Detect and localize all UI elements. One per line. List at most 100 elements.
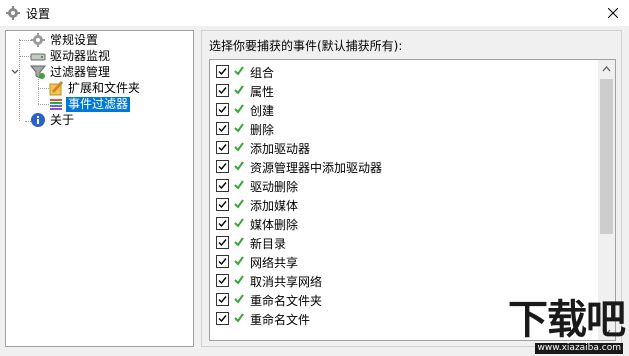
green-check-icon [234, 85, 244, 95]
event-checkbox[interactable] [216, 84, 229, 97]
checkmark-icon [218, 144, 227, 152]
event-checklist-row[interactable]: 取消共享网络 [210, 271, 598, 290]
chevron-up-icon [602, 65, 611, 71]
info-icon [31, 113, 45, 127]
settings-gear-icon [6, 6, 20, 20]
checkmark-icon [218, 68, 227, 76]
event-checkbox[interactable] [216, 312, 229, 325]
green-check-icon [234, 123, 244, 133]
checkmark-icon [218, 201, 227, 209]
event-checklist-row[interactable]: 添加媒体 [210, 195, 598, 214]
green-check-icon [234, 256, 244, 266]
chevron-down-icon[interactable] [10, 67, 20, 77]
tree-item-event-filter[interactable]: 事件过滤器 [48, 96, 131, 112]
tree-item-drive-monitor[interactable]: 驱动器监视 [30, 48, 112, 64]
checkmark-icon [218, 258, 227, 266]
green-check-icon [234, 180, 244, 190]
scroll-thumb[interactable] [600, 79, 613, 234]
tree-item-general[interactable]: 常规设置 [30, 32, 100, 48]
event-label: 重命名文件 [250, 313, 311, 327]
tree-item-label: 扩展和文件夹 [68, 80, 141, 95]
green-check-icon [234, 313, 244, 323]
checkmark-icon [218, 163, 227, 171]
event-checklist-row[interactable]: 驱动删除 [210, 176, 598, 195]
window-title: 设置 [26, 7, 51, 21]
event-checklist-row[interactable]: 新目录 [210, 233, 598, 252]
event-checklist-row[interactable]: 删除 [210, 119, 598, 138]
checkmark-icon [218, 315, 227, 323]
checkmark-icon [218, 125, 227, 133]
checkmark-icon [218, 106, 227, 114]
event-checkbox[interactable] [216, 255, 229, 268]
tree-item-label: 常规设置 [50, 32, 99, 47]
checkmark-icon [218, 239, 227, 247]
event-checklist-row[interactable]: 属性 [210, 81, 598, 100]
event-label: 组合 [250, 66, 275, 80]
event-checkbox[interactable] [216, 179, 229, 192]
close-button[interactable] [597, 0, 629, 26]
checkmark-icon [218, 277, 227, 285]
tree-line [38, 79, 39, 104]
green-check-icon [234, 218, 244, 228]
watermark-url: www.xiazaiba.com [535, 343, 623, 354]
green-check-icon [234, 199, 244, 209]
event-label: 添加驱动器 [250, 142, 311, 156]
green-check-icon [234, 142, 244, 152]
checkmark-icon [218, 220, 227, 228]
green-check-icon [234, 66, 244, 76]
tree-item-about[interactable]: 关于 [30, 112, 76, 128]
gear-icon [31, 33, 45, 47]
event-label: 添加媒体 [250, 199, 299, 213]
event-label: 媒体删除 [250, 218, 299, 232]
event-label: 属性 [250, 85, 275, 99]
settings-tree[interactable]: 常规设置 驱动器监视 过滤器管理 扩展和文件夹 事件过滤器 关于 [5, 30, 194, 347]
watermark-logo: 下载吧 www.xiazaiba.com [485, 297, 626, 354]
event-checkbox[interactable] [216, 293, 229, 306]
event-label: 新目录 [250, 237, 287, 251]
event-label: 驱动删除 [250, 180, 299, 194]
event-filter-icon [50, 99, 62, 110]
event-checklist-row[interactable]: 网络共享 [210, 252, 598, 271]
tree-line [19, 39, 20, 121]
checkmark-icon [218, 87, 227, 95]
event-checklist-row[interactable]: 组合 [210, 62, 598, 81]
green-check-icon [234, 237, 244, 247]
event-checkbox[interactable] [216, 122, 229, 135]
checkmark-icon [218, 296, 227, 304]
title-bar: 设置 [0, 0, 629, 26]
event-checklist-row[interactable]: 创建 [210, 100, 598, 119]
tree-item-label: 事件过滤器 [66, 96, 131, 112]
events-group-label: 选择你要捕获的事件(默认捕获所有): [209, 39, 403, 53]
watermark-brand: 下载吧 [508, 297, 626, 343]
event-checkbox[interactable] [216, 236, 229, 249]
event-checkbox[interactable] [216, 217, 229, 230]
event-checkbox[interactable] [216, 160, 229, 173]
event-checkbox[interactable] [216, 198, 229, 211]
event-label: 资源管理器中添加驱动器 [250, 161, 383, 175]
tree-item-extensions-folders[interactable]: 扩展和文件夹 [48, 80, 142, 96]
event-checklist-row[interactable]: 添加驱动器 [210, 138, 598, 157]
close-icon [608, 8, 618, 18]
tree-item-label: 过滤器管理 [50, 64, 111, 79]
drive-icon [30, 53, 46, 61]
event-label: 取消共享网络 [250, 275, 323, 289]
event-checklist-row[interactable]: 资源管理器中添加驱动器 [210, 157, 598, 176]
funnel-icon [30, 65, 46, 79]
event-checklist-row[interactable]: 媒体删除 [210, 214, 598, 233]
green-check-icon [234, 294, 244, 304]
scroll-up-button[interactable] [598, 60, 615, 77]
tree-item-label: 驱动器监视 [50, 48, 111, 63]
event-checkbox[interactable] [216, 274, 229, 287]
event-checkbox[interactable] [216, 141, 229, 154]
event-label: 删除 [250, 123, 275, 137]
green-check-icon [234, 161, 244, 171]
event-label: 网络共享 [250, 256, 299, 270]
event-label: 重命名文件夹 [250, 294, 323, 308]
event-checkbox[interactable] [216, 65, 229, 78]
tree-item-label: 关于 [50, 112, 75, 127]
event-checkbox[interactable] [216, 103, 229, 116]
tree-item-filter-manager[interactable]: 过滤器管理 [30, 64, 112, 80]
green-check-icon [234, 275, 244, 285]
pencil-folder-icon [49, 80, 64, 96]
green-check-icon [234, 104, 244, 114]
